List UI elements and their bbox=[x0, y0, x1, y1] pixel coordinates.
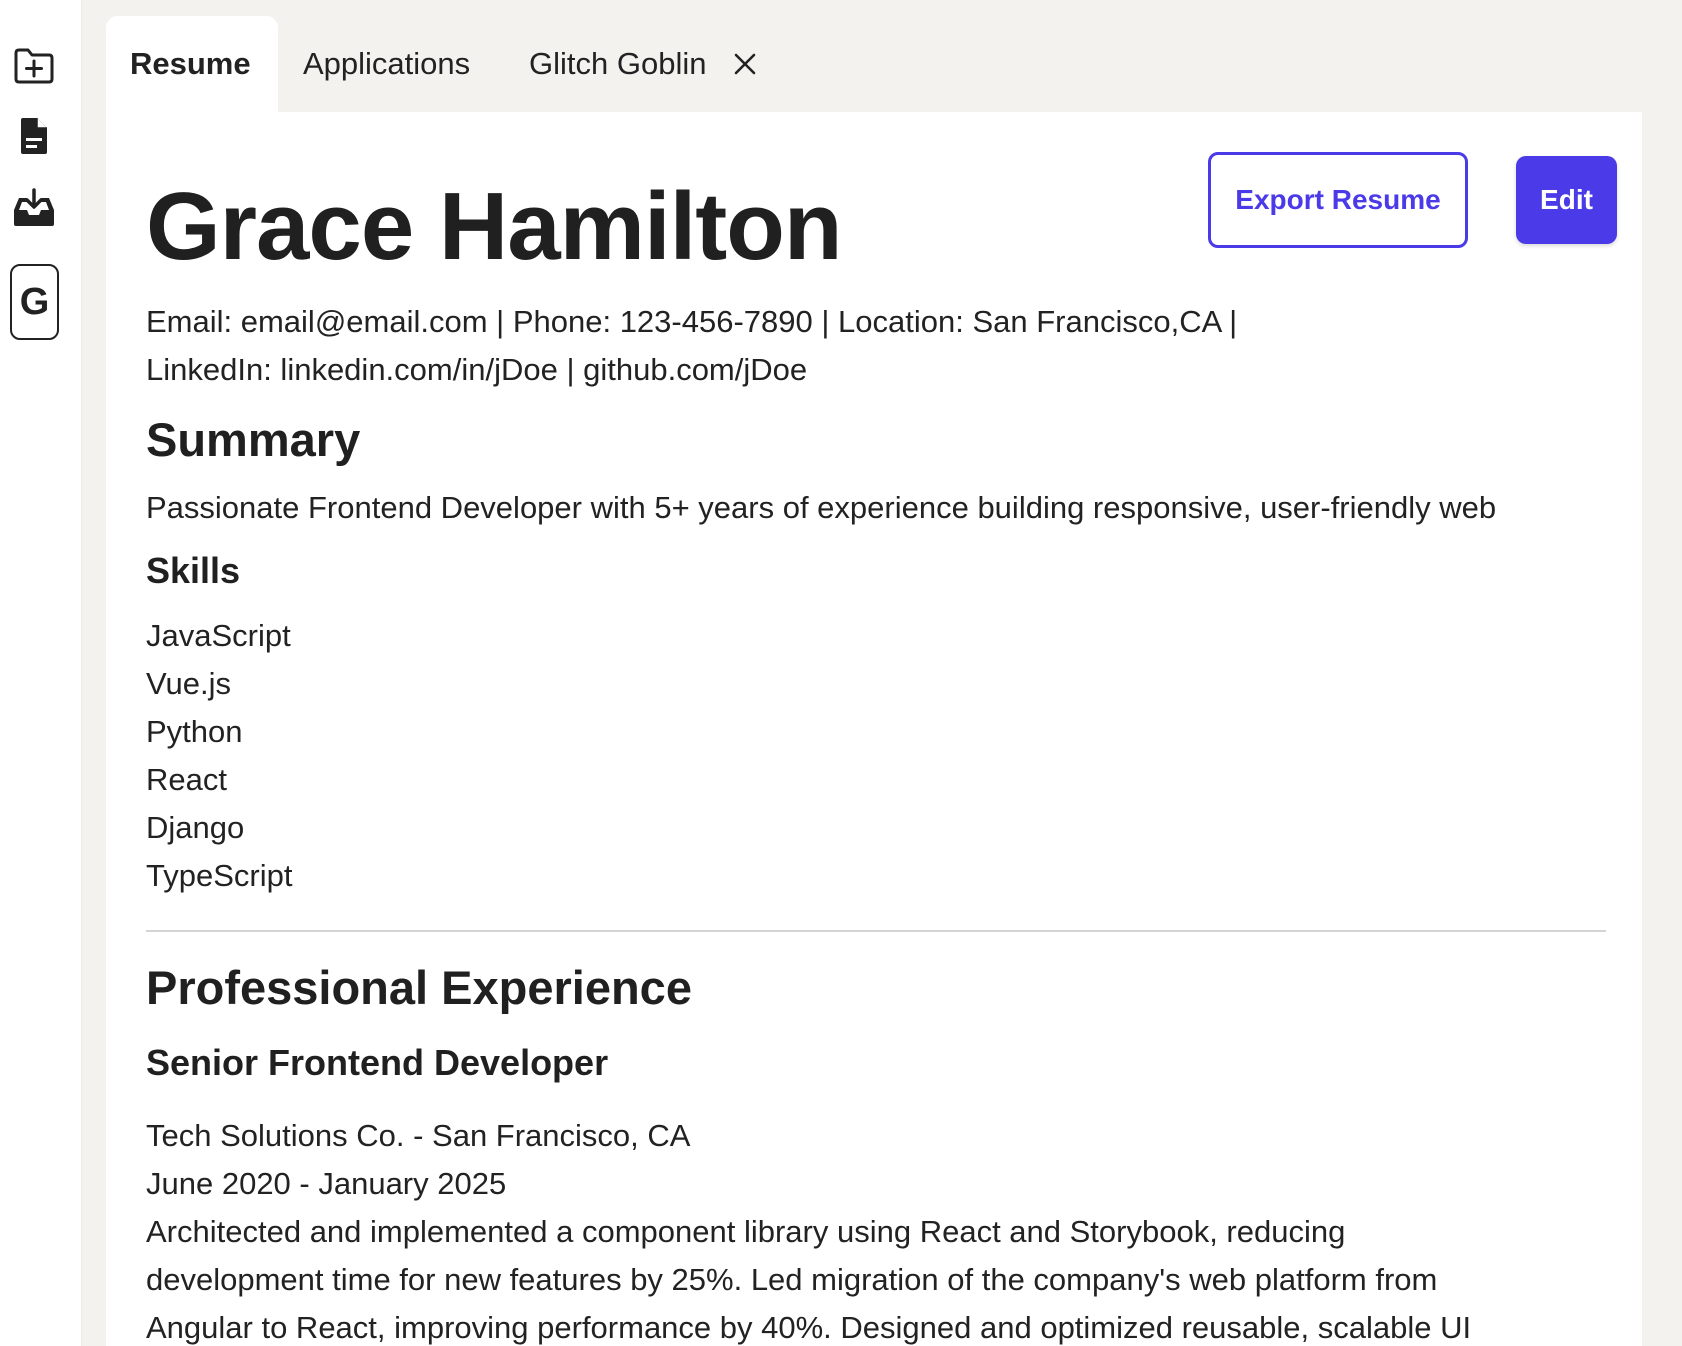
tab-label: Applications bbox=[303, 46, 471, 81]
close-icon bbox=[735, 53, 756, 75]
job-company: Tech Solutions Co. - San Francisco, CA bbox=[146, 1118, 691, 1153]
experience-heading: Professional Experience bbox=[146, 961, 692, 1014]
new-folder-button[interactable] bbox=[10, 42, 58, 90]
skill-item: JavaScript bbox=[146, 618, 291, 653]
job-description-line: Architected and implemented a component … bbox=[146, 1214, 1346, 1249]
skill-item: Python bbox=[146, 714, 243, 749]
folder-plus-icon bbox=[14, 48, 54, 84]
tab-applications[interactable]: Applications bbox=[303, 16, 470, 112]
inbox-download-icon bbox=[14, 188, 54, 226]
skills-list: JavaScript Vue.js Python React Django Ty… bbox=[146, 612, 292, 900]
skill-item: Vue.js bbox=[146, 666, 232, 701]
document-icon bbox=[21, 118, 47, 154]
job-details: Tech Solutions Co. - San Francisco, CA J… bbox=[146, 1112, 1606, 1346]
edit-button[interactable]: Edit bbox=[1516, 156, 1617, 244]
skills-heading: Skills bbox=[146, 550, 241, 591]
summary-heading: Summary bbox=[146, 413, 361, 466]
app-window: G Resume Applications Glitch Goblin Grac… bbox=[0, 0, 1682, 1346]
contact-info: Email: email@email.com | Phone: 123-456-… bbox=[146, 298, 1346, 394]
left-rail: G bbox=[0, 0, 82, 1346]
job-description-line: development time for new features by 25%… bbox=[146, 1262, 1438, 1297]
tab-bar: Resume Applications Glitch Goblin bbox=[82, 0, 1682, 112]
contact-line-2: LinkedIn: linkedin.com/in/jDoe | github.… bbox=[146, 352, 808, 387]
export-resume-button[interactable]: Export Resume bbox=[1208, 152, 1468, 248]
job-dates: June 2020 - January 2025 bbox=[146, 1166, 507, 1201]
section-divider bbox=[146, 930, 1606, 932]
profile-avatar-button[interactable]: G bbox=[10, 264, 59, 340]
inbox-download-button[interactable] bbox=[10, 184, 58, 232]
resume-panel: Grace Hamilton Export Resume Edit Email:… bbox=[106, 112, 1642, 1346]
skill-item: React bbox=[146, 762, 227, 797]
profile-letter: G bbox=[19, 280, 50, 323]
skill-item: Django bbox=[146, 810, 245, 845]
document-button[interactable] bbox=[10, 112, 58, 160]
contact-line-1: Email: email@email.com | Phone: 123-456-… bbox=[146, 304, 1238, 339]
close-tab-button[interactable] bbox=[730, 49, 760, 79]
job-title: Senior Frontend Developer bbox=[146, 1042, 609, 1083]
skill-item: TypeScript bbox=[146, 858, 293, 893]
summary-text: Passionate Frontend Developer with 5+ ye… bbox=[146, 490, 1497, 525]
tab-resume[interactable]: Resume bbox=[106, 16, 278, 112]
job-description-line: Angular to React, improving performance … bbox=[146, 1310, 1472, 1345]
resume-name: Grace Hamilton bbox=[146, 173, 843, 280]
tab-label: Resume bbox=[130, 46, 251, 81]
tab-label: Glitch Goblin bbox=[529, 46, 707, 81]
tab-glitch-goblin[interactable]: Glitch Goblin bbox=[529, 16, 760, 112]
